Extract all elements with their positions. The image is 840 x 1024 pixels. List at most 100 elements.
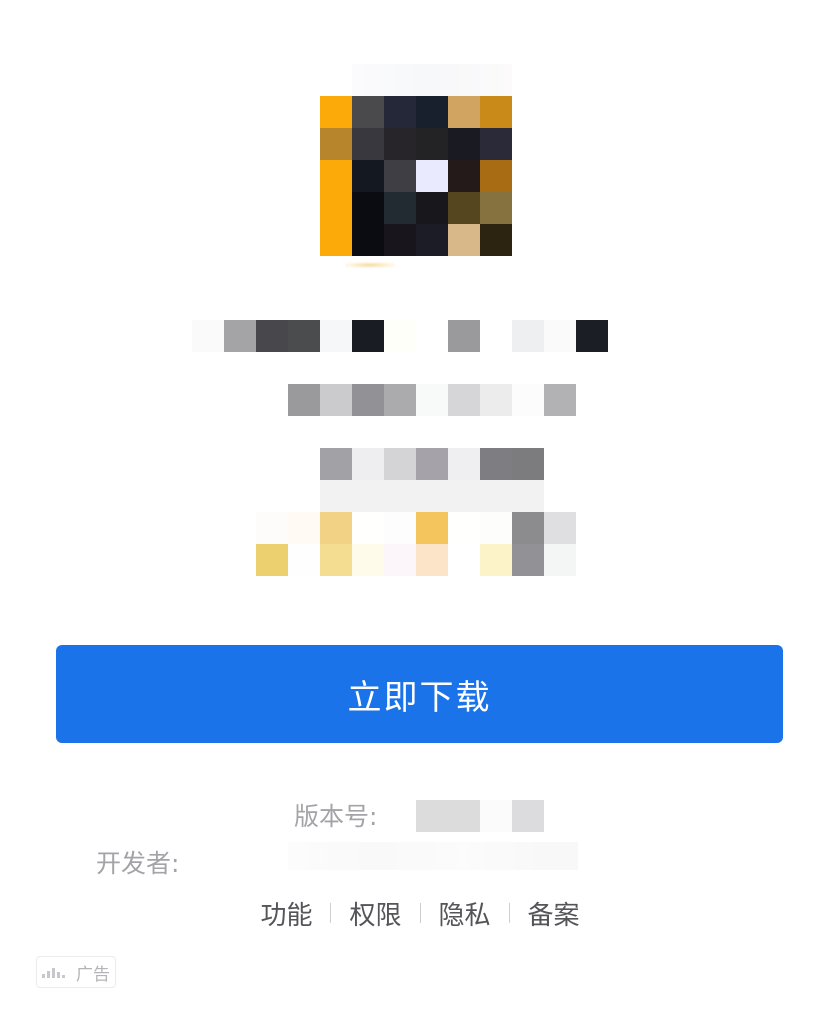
mosaic-pixel [544, 544, 576, 576]
ad-badge[interactable]: 广告 [36, 956, 116, 988]
app-icon-pixel [448, 192, 480, 224]
mosaic-pixel [512, 384, 544, 416]
app-icon-pixel [448, 160, 480, 192]
app-icon-pixel [448, 96, 480, 128]
mosaic-pixel [480, 544, 512, 576]
mosaic-pixel [352, 448, 384, 480]
app-icon-pixel [320, 160, 352, 192]
mosaic-pixel [352, 512, 384, 544]
mosaic-pixel [448, 448, 480, 480]
rating-stars-mosaic [256, 512, 576, 544]
mosaic-pixel [192, 320, 224, 352]
mosaic-pixel [448, 320, 480, 352]
app-icon-pixel [320, 128, 352, 160]
mosaic-pixel [256, 544, 288, 576]
app-icon-pixel [448, 128, 480, 160]
mosaic-pixel [224, 320, 256, 352]
rating-stars-mosaic-lower [256, 544, 576, 576]
app-icon-pixel [384, 224, 416, 256]
app-icon-pixel [384, 192, 416, 224]
app-icon-pixel [480, 160, 512, 192]
developer-value-mosaic [288, 842, 578, 870]
ad-logo-icon [42, 966, 70, 978]
link-separator [330, 903, 332, 923]
mosaic-pixel [480, 800, 512, 832]
mosaic-pixel [416, 800, 448, 832]
app-icon-pixel [480, 192, 512, 224]
mosaic-pixel [416, 512, 448, 544]
mosaic-pixel [448, 512, 480, 544]
mosaic-pixel [576, 320, 608, 352]
link-filing[interactable]: 备案 [522, 895, 586, 932]
mosaic-pixel [544, 512, 576, 544]
app-icon-pixel [352, 128, 384, 160]
app-icon-pixel [352, 96, 384, 128]
link-separator [508, 903, 510, 923]
mosaic-pixel [352, 384, 384, 416]
mosaic-pixel [352, 544, 384, 576]
mosaic-pixel [352, 320, 384, 352]
mosaic-pixel [320, 384, 352, 416]
mosaic-pixel [416, 320, 448, 352]
app-icon-pixel [320, 96, 352, 128]
mosaic-pixel [544, 320, 576, 352]
mosaic-pixel [288, 544, 320, 576]
mosaic-pixel [544, 384, 576, 416]
app-icon [320, 96, 512, 256]
app-icon-pixel [416, 128, 448, 160]
app-icon-pixel [480, 128, 512, 160]
link-separator [419, 903, 421, 923]
mosaic-pixel [256, 512, 288, 544]
mosaic-pixel [512, 512, 544, 544]
app-icon-pixel [352, 160, 384, 192]
link-privacy[interactable]: 隐私 [433, 895, 497, 932]
app-icon-shadow [345, 262, 395, 268]
app-icon-pixel [384, 160, 416, 192]
mosaic-pixel [256, 320, 288, 352]
rating-mosaic-top [320, 448, 544, 480]
mosaic-pixel [288, 320, 320, 352]
mosaic-pixel [416, 448, 448, 480]
mosaic-pixel [416, 384, 448, 416]
download-button[interactable]: 立即下载 [56, 645, 783, 743]
mosaic-pixel [384, 384, 416, 416]
mosaic-pixel [320, 320, 352, 352]
mosaic-pixel [384, 448, 416, 480]
developer-label: 开发者: [96, 849, 180, 878]
mosaic-pixel [512, 800, 544, 832]
app-icon-pixel [352, 224, 384, 256]
link-features[interactable]: 功能 [254, 895, 318, 932]
mosaic-pixel [448, 384, 480, 416]
ad-label: 广告 [76, 964, 110, 985]
app-icon-pixel [416, 96, 448, 128]
app-icon-pixel [416, 192, 448, 224]
app-name-mosaic [192, 320, 608, 352]
app-icon-pixel [416, 224, 448, 256]
mosaic-pixel [416, 544, 448, 576]
mosaic-pixel [448, 800, 480, 832]
mosaic-pixel [288, 384, 320, 416]
app-icon-pixel [448, 224, 480, 256]
mosaic-pixel [480, 320, 512, 352]
mosaic-pixel [480, 384, 512, 416]
app-icon-pixel [384, 128, 416, 160]
mosaic-pixel [448, 544, 480, 576]
app-icon-pixel [320, 224, 352, 256]
mosaic-pixel [480, 448, 512, 480]
app-subtitle-mosaic [288, 384, 576, 416]
info-links: 功能 权限 隐私 备案 [0, 893, 840, 933]
mosaic-pixel [320, 448, 352, 480]
link-permissions[interactable]: 权限 [343, 895, 407, 932]
rating-mosaic-band [320, 480, 544, 512]
app-icon-pixel [320, 192, 352, 224]
mosaic-pixel [320, 512, 352, 544]
version-label: 版本号: [294, 802, 378, 831]
app-icon-glow [352, 64, 512, 96]
mosaic-pixel [320, 544, 352, 576]
version-value-mosaic [416, 800, 544, 832]
mosaic-pixel [512, 320, 544, 352]
app-icon-pixel [480, 96, 512, 128]
mosaic-pixel [384, 512, 416, 544]
app-icon-pixel [416, 160, 448, 192]
mosaic-pixel [384, 320, 416, 352]
